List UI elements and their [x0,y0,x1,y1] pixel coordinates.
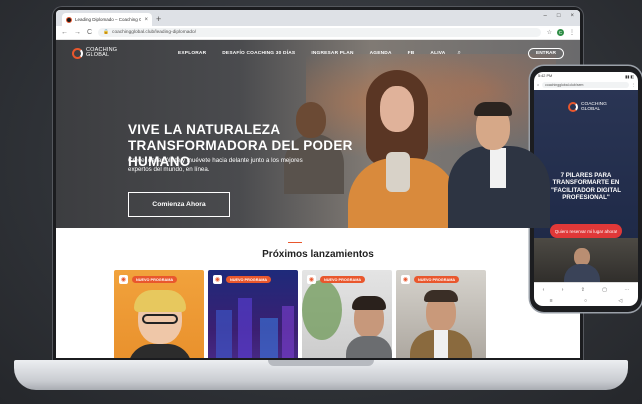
card-glasses [142,314,178,324]
card-building [260,318,278,358]
hero-subtitle: Crece, desarróllate y muévete hacia dela… [128,157,303,173]
battery-icon: ▮▮ ◧ [625,74,634,79]
phone-status-bar: 5:42 PM ▮▮ ◧ [534,72,638,80]
card-person-hair [134,290,186,312]
recent-apps-icon[interactable]: ≡ [550,298,553,304]
url-field[interactable]: 🔒 coachingglobal.club/leading-diplomado/ [98,28,541,37]
back-icon[interactable]: ← [61,29,68,36]
phone-logo-ring-icon [568,102,578,112]
nav-desafio[interactable]: DESAFÍO COACHING 30 DÍAS [222,51,295,56]
reload-icon[interactable]: C [87,29,92,36]
section-title: Próximos lanzamientos [262,249,374,260]
star-icon[interactable]: ☆ [547,29,552,36]
video-person-body [564,264,600,282]
url-text: coachingglobal.club/leading-diplomado/ [112,30,197,35]
nav-agenda[interactable]: AGENDA [370,51,392,56]
tab-title: Leading Diplomado – Coaching Glo… [75,17,142,22]
site-logo[interactable]: COACHING GLOBAL [72,47,162,59]
phone-logo-text-2: GLOBAL [581,107,601,112]
card-person-shirt [434,330,448,358]
card-person-body [128,344,192,358]
logo-text-2: GLOBAL [86,52,110,58]
laptop-notch [268,360,374,366]
minimize-icon[interactable]: – [544,13,547,19]
card-building [282,306,294,358]
nav-ingresar-plan[interactable]: INGRESAR PLAN [311,51,353,56]
system-back-icon[interactable]: ◁ [618,298,622,304]
program-tag: NUEVO PROGRAMA [320,276,366,283]
hero-section: COACHING GLOBAL EXPLORAR DESAFÍO COACHING… [56,40,580,228]
site-favicon-icon [66,16,72,23]
program-cards: ◉ NUEVO PROGRAMA ◉ NUEVO PROGRAMA ◉ NUEV… [114,270,486,358]
section-divider [288,242,302,243]
program-tag: NUEVO PROGRAMA [132,276,178,283]
menu-icon[interactable]: ⋮ [569,29,575,36]
card-person-hair [424,290,458,302]
search-icon[interactable]: ⌕ [457,50,460,57]
card-building [216,310,232,358]
phone-menu-icon[interactable]: ⋮ [632,83,636,87]
phone-title: 7 PILARES PARA TRANSFORMARTE EN "FACILIT… [550,172,622,202]
person-right-shirt [490,148,506,188]
window-controls: – □ × [544,13,574,19]
card-person-body [346,336,392,358]
phone-more-icon[interactable]: ⋯ [624,287,629,293]
phone-back-icon[interactable]: ‹ [543,287,545,293]
phone-video[interactable] [534,238,638,282]
program-icon: ◉ [213,275,222,284]
card-building [238,298,252,358]
program-icon: ◉ [119,275,128,284]
laptop-screen: Leading Diplomado – Coaching Glo… × + – … [56,10,580,358]
new-tab-button[interactable]: + [156,13,161,26]
enter-button[interactable]: ENTRAR [528,47,564,59]
phone-system-nav: ≡ ○ ◁ [534,296,638,306]
phone-logo: COACHING GLOBAL [568,102,607,112]
home-icon[interactable]: ⌂ [537,83,539,87]
program-card[interactable]: ◉ NUEVO PROGRAMA [302,270,392,358]
program-card[interactable]: ◉ NUEVO PROGRAMA [114,270,204,358]
profile-avatar[interactable]: C [557,29,564,36]
phone-url-text: coachingglobal.club/sem [545,83,584,87]
phone-tabs-icon[interactable]: ▢ [602,287,607,293]
program-card[interactable]: ◉ NUEVO PROGRAMA [208,270,298,358]
upcoming-section: Próximos lanzamientos ◉ NUEVO PROGRAMA ◉… [56,228,580,358]
start-now-button[interactable]: Comienza Ahora [128,192,230,217]
phone-address-bar: ⌂ coachingglobal.club/sem ⋮ [537,80,635,90]
forward-icon[interactable]: → [74,29,81,36]
site-navbar: COACHING GLOBAL EXPLORAR DESAFÍO COACHING… [56,40,580,66]
phone-browser-nav: ‹ › ⇪ ▢ ⋯ [534,282,638,296]
logo-ring-icon [72,47,83,59]
close-window-icon[interactable]: × [570,13,574,19]
person-right-hair [474,102,512,116]
phone-forward-icon[interactable]: › [562,287,564,293]
phone-share-icon[interactable]: ⇪ [581,287,585,293]
phone-time: 5:42 PM [538,74,553,78]
nav-fb[interactable]: FB [408,51,415,56]
program-icon: ◉ [307,275,316,284]
maximize-icon[interactable]: □ [557,13,561,19]
home-button-icon[interactable]: ○ [584,298,587,304]
browser-tabbar: Leading Diplomado – Coaching Glo… × + – … [56,10,580,26]
address-bar: ← → C 🔒 coachingglobal.club/leading-dipl… [56,26,580,40]
close-tab-icon[interactable]: × [144,17,148,23]
reserve-button[interactable]: Quiero reservar mi lugar ahora! [550,224,622,238]
lock-icon: 🔒 [103,30,110,35]
program-tag: NUEVO PROGRAMA [414,276,460,283]
card-plant [302,280,342,340]
program-icon: ◉ [401,275,410,284]
program-tag: NUEVO PROGRAMA [226,276,272,283]
nav-explorar[interactable]: EXPLORAR [178,51,206,56]
program-card[interactable]: ◉ NUEVO PROGRAMA [396,270,486,358]
browser-tab[interactable]: Leading Diplomado – Coaching Glo… × [62,13,152,26]
phone-url-field[interactable]: coachingglobal.club/sem [542,82,629,88]
card-person-hair [352,296,386,310]
nav-aliva[interactable]: ALIVA [430,51,445,56]
